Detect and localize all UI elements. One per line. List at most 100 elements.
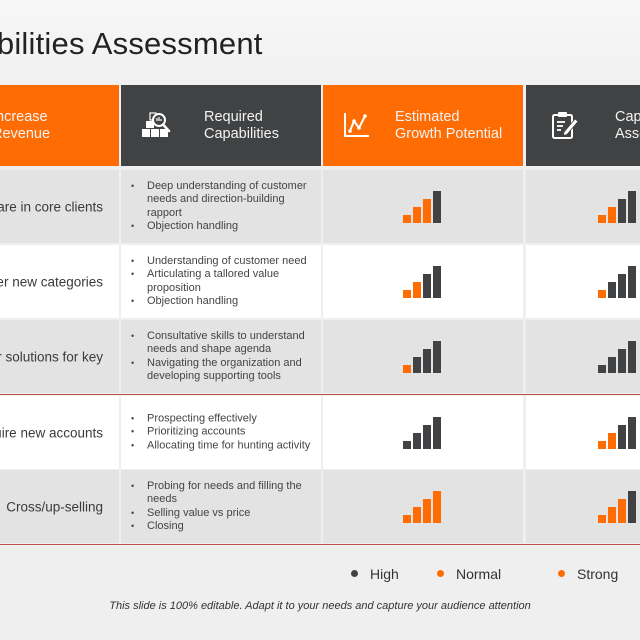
goal-cell: Cross/up-selling bbox=[0, 470, 119, 543]
level-bar bbox=[628, 265, 636, 298]
level-bar bbox=[423, 348, 431, 373]
clipboard-edit-icon bbox=[552, 112, 579, 139]
level-bar bbox=[413, 206, 421, 223]
capabilities-cell: Prospecting effectivelyPrioritizing acco… bbox=[121, 396, 321, 469]
capability-item: Selling value vs price bbox=[131, 507, 317, 521]
legend-dot-normal bbox=[437, 570, 444, 577]
goal-text: Enter new categories bbox=[0, 274, 103, 289]
line-chart-icon bbox=[344, 113, 369, 137]
capability-assessment-level-bars bbox=[598, 416, 636, 449]
capabilities-list: Prospecting effectivelyPrioritizing acco… bbox=[131, 412, 317, 453]
capability-assessment-level-bars bbox=[598, 265, 636, 298]
capability-item: Prioritizing accounts bbox=[131, 426, 317, 440]
level-bar bbox=[423, 198, 431, 223]
level-bar bbox=[618, 424, 626, 449]
level-bar bbox=[413, 356, 421, 373]
growth-potential-cell bbox=[323, 320, 523, 393]
goal-text: Increase share in core clients bbox=[0, 199, 103, 214]
table-row: Acquire new accounts Prospecting effectiv… bbox=[0, 396, 640, 469]
section-divider bbox=[0, 394, 640, 395]
capabilities-list: Consultative skills to understand needs … bbox=[131, 329, 317, 383]
header-required-capabilities: Required Capabilities bbox=[121, 85, 321, 166]
level-bar bbox=[608, 432, 616, 449]
level-bar bbox=[628, 416, 636, 449]
level-bar bbox=[628, 340, 636, 373]
capability-assessment-cell bbox=[526, 470, 640, 543]
table-row: Enter new categories Understanding of cus… bbox=[0, 245, 640, 318]
level-bar bbox=[433, 190, 441, 223]
goal-cell: Enter new categories bbox=[0, 245, 119, 318]
level-bar bbox=[413, 432, 421, 449]
capabilities-list: Understanding of customer needArticulati… bbox=[131, 254, 317, 308]
level-bar bbox=[433, 265, 441, 298]
capability-item: Closing bbox=[131, 520, 317, 534]
goal-cell: Acquire new accounts bbox=[0, 396, 119, 469]
level-bar bbox=[433, 340, 441, 373]
capability-item: Articulating a tallored value propositio… bbox=[131, 268, 317, 295]
goal-cell: Offer solutions for key bbox=[0, 320, 119, 393]
growth-potential-level-bars bbox=[403, 190, 441, 223]
capability-assessment-cell bbox=[526, 320, 640, 393]
level-bar bbox=[423, 498, 431, 523]
legend-dot-high bbox=[351, 570, 358, 577]
level-bar bbox=[423, 273, 431, 298]
level-bar bbox=[628, 490, 636, 523]
level-bar bbox=[433, 416, 441, 449]
table-row: Cross/up-selling Probing for needs and fi… bbox=[0, 470, 640, 543]
capability-assessment-level-bars bbox=[598, 340, 636, 373]
level-bar bbox=[598, 514, 606, 523]
capability-item: Navigating the organization and developi… bbox=[131, 357, 317, 384]
table-row: Offer solutions for key Consultative skil… bbox=[0, 320, 640, 393]
level-bar bbox=[618, 198, 626, 223]
header-label: Capability Assessment bbox=[615, 109, 640, 142]
legend: High Normal Strong bbox=[0, 566, 640, 586]
goal-text: Offer solutions for key bbox=[0, 349, 103, 364]
level-bar bbox=[618, 498, 626, 523]
header-label: Increase Revenue bbox=[0, 109, 51, 142]
legend-item-strong: Strong bbox=[558, 566, 618, 582]
slide-title: Capabilities Assessment bbox=[0, 26, 263, 61]
level-bar bbox=[598, 440, 606, 449]
capability-item: Prospecting effectively bbox=[131, 412, 317, 426]
header-capability-assessment: Capability Assessment bbox=[526, 85, 640, 166]
growth-potential-level-bars bbox=[403, 340, 441, 373]
level-bar bbox=[403, 440, 411, 449]
footer-note: This slide is 100% editable. Adapt it to… bbox=[109, 600, 531, 612]
capability-assessment-cell bbox=[526, 170, 640, 243]
capability-item: Consultative skills to understand needs … bbox=[131, 329, 317, 356]
growth-potential-cell bbox=[323, 396, 523, 469]
level-bar bbox=[608, 356, 616, 373]
legend-dot-strong bbox=[558, 570, 565, 577]
capability-assessment-cell bbox=[526, 245, 640, 318]
level-bar bbox=[413, 281, 421, 298]
capability-assessment-cell bbox=[526, 396, 640, 469]
level-bar bbox=[403, 289, 411, 298]
level-bar bbox=[608, 281, 616, 298]
level-bar bbox=[608, 206, 616, 223]
capability-item: Understanding of customer need bbox=[131, 254, 317, 268]
level-bar bbox=[618, 348, 626, 373]
header-increase-revenue: Increase Revenue bbox=[0, 85, 119, 166]
capability-assessment-level-bars bbox=[598, 190, 636, 223]
growth-potential-level-bars bbox=[403, 490, 441, 523]
growth-potential-cell bbox=[323, 470, 523, 543]
capabilities-list: Probing for needs and filling the needsS… bbox=[131, 479, 317, 533]
goal-text: Cross/up-selling bbox=[6, 499, 103, 514]
goal-cell: Increase share in core clients bbox=[0, 170, 119, 243]
level-bar bbox=[608, 506, 616, 523]
header-estimated-growth: Estimated Growth Potential bbox=[323, 85, 523, 166]
capabilities-cell: Deep understanding of customer needs and… bbox=[121, 170, 321, 243]
growth-potential-level-bars bbox=[403, 416, 441, 449]
capability-item: Objection handling bbox=[131, 295, 317, 309]
capabilities-cell: Probing for needs and filling the needsS… bbox=[121, 470, 321, 543]
legend-item-normal: Normal bbox=[437, 566, 501, 582]
capabilities-cell: Understanding of customer needArticulati… bbox=[121, 245, 321, 318]
goal-text: Acquire new accounts bbox=[0, 425, 103, 440]
boxes-search-icon bbox=[142, 112, 171, 137]
level-bar bbox=[403, 364, 411, 373]
level-bar bbox=[433, 490, 441, 523]
capability-item: Objection handling bbox=[131, 220, 317, 234]
level-bar bbox=[598, 214, 606, 223]
level-bar bbox=[403, 214, 411, 223]
capability-assessment-level-bars bbox=[598, 490, 636, 523]
